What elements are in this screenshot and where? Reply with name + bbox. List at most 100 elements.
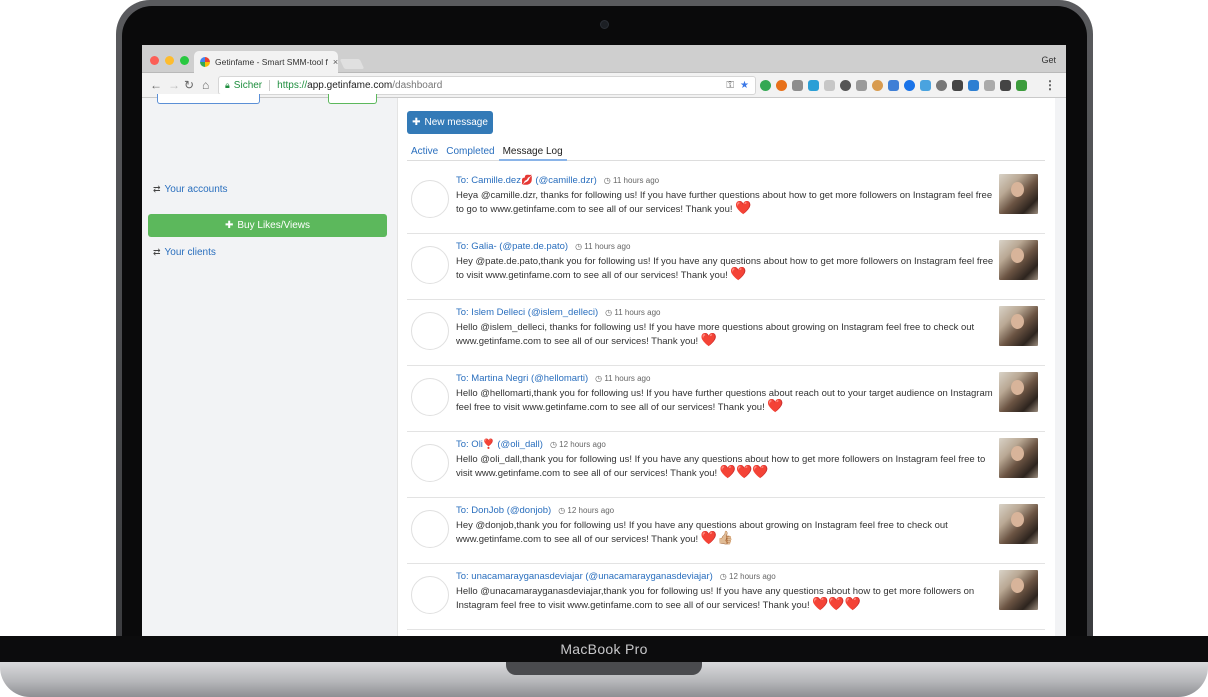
close-window-button[interactable] [150,56,159,65]
heart-emoji: ❤️ [767,398,784,413]
recipient-link[interactable]: To: Galia- (@pate.de.pato) [456,241,568,252]
exchange-icon: ⇄ [153,247,161,257]
message-header: To: unacamarayganasdeviajar (@unacamaray… [456,571,776,582]
your-accounts-label: Your accounts [164,184,228,195]
bookmark-star-icon[interactable]: ★ [740,80,749,91]
message-header: To: Camille.dez💋 (@camille.dzr) ◷ 11 hour… [456,175,659,186]
recipient-link[interactable]: To: Martina Negri (@hellomarti) [456,373,588,384]
message-text: Hello @hellomarti,thank you for followin… [456,388,993,413]
tab-message-log[interactable]: Message Log [498,144,567,161]
message-header: To: Martina Negri (@hellomarti) ◷ 11 hour… [456,373,650,384]
extension-icon[interactable] [952,80,963,91]
plus-icon: ✚ [412,117,421,128]
message-text: Hello @oli_dall,thank you for following … [456,454,986,479]
url-bar[interactable]: 🔒︎ Sicher https://app.getinfame.com/dash… [218,76,756,95]
message-header: To: Galia- (@pate.de.pato) ◷ 11 hours ago [456,241,630,252]
minimize-window-button[interactable] [165,56,174,65]
recipient-link[interactable]: To: Oli❣️ (@oli_dall) [456,439,543,450]
heart-emoji: ❤️❤️❤️ [719,464,769,479]
url-host: app.getinfame.com [307,80,393,91]
page: ⇄ Your accounts ✚ Buy Likes/Views ⇄ Your… [142,94,1066,636]
sender-profile-photo [999,240,1038,280]
extension-icon[interactable] [920,80,931,91]
new-tab-button[interactable] [339,59,365,69]
new-message-button[interactable]: ✚ New message [407,111,493,134]
key-icon[interactable]: ⚿ [726,80,734,91]
sender-profile-photo [999,570,1038,610]
browser-toolbar: ← → ↻ ⌂ 🔒︎ Sicher https://app.getinfame.… [142,73,1066,98]
extension-icon[interactable] [936,80,947,91]
message-item: To: Galia- (@pate.de.pato) ◷ 11 hours ago… [407,234,1045,300]
back-arrow-icon[interactable]: ← [150,78,162,92]
profile-label[interactable]: Get [1041,55,1056,65]
recipient-avatar [411,180,449,218]
sidebar: ⇄ Your accounts ✚ Buy Likes/Views ⇄ Your… [142,94,397,636]
scrollbar-gutter[interactable] [1055,98,1066,636]
sender-profile-photo [999,504,1038,544]
tab-close-icon[interactable]: × [333,57,338,67]
extension-icon[interactable] [824,80,835,91]
home-icon[interactable]: ⌂ [202,78,209,92]
your-accounts-link[interactable]: ⇄ Your accounts [153,184,228,195]
maximize-window-button[interactable] [180,56,189,65]
extension-icon[interactable] [888,80,899,91]
sender-profile-photo [999,174,1038,214]
extension-icons [760,80,1027,91]
heart-thumb-emoji: ❤️👍🏼 [700,530,734,545]
message-tabs: Active Completed Message Log [407,144,1045,161]
heart-emoji: ❤️ [730,266,747,281]
extension-icon[interactable] [1016,80,1027,91]
browser-tab[interactable]: Getinfame - Smart SMM-tool f × [194,51,338,73]
recipient-avatar [411,444,449,482]
google-favicon-icon [200,57,210,67]
tab-title: Getinfame - Smart SMM-tool f [215,57,328,67]
extension-icon[interactable] [872,80,883,91]
recipient-avatar [411,312,449,350]
extension-icon[interactable] [856,80,867,91]
extension-icon[interactable] [1000,80,1011,91]
extension-icon[interactable] [904,80,915,91]
secure-label: Sicher [233,80,263,91]
new-message-label: New message [424,117,488,128]
reload-icon[interactable]: ↻ [184,78,194,92]
your-clients-link[interactable]: ⇄ Your clients [153,247,216,258]
more-menu-icon[interactable]: ⋮ [1044,78,1056,92]
recipient-link[interactable]: To: unacamarayganasdeviajar (@unacamaray… [456,571,713,582]
tab-active[interactable]: Active [407,144,442,161]
extension-icon[interactable] [760,80,771,91]
message-text: Hey @pate.de.pato,thank you for followin… [456,256,994,281]
sidebar-outline-button[interactable] [157,94,260,104]
timestamp: ◷ 12 hours ago [558,506,615,515]
window-controls [150,56,189,65]
timestamp: ◷ 12 hours ago [719,572,776,581]
extension-icon[interactable] [808,80,819,91]
extension-icon[interactable] [984,80,995,91]
browser-tabstrip: Getinfame - Smart SMM-tool f × Get [142,45,1066,73]
screen: Getinfame - Smart SMM-tool f × Get ← → ↻… [142,45,1066,636]
extension-icon[interactable] [776,80,787,91]
url-scheme: https:// [277,80,308,91]
extension-icon[interactable] [968,80,979,91]
your-clients-label: Your clients [164,247,216,258]
heart-emoji: ❤️❤️❤️ [812,596,861,611]
laptop-notch [506,662,702,675]
extension-icon[interactable] [792,80,803,91]
message-item: To: Islem Delleci (@islem_delleci) ◷ 11 h… [407,300,1045,366]
timestamp: ◷ 12 hours ago [549,440,606,449]
extension-icon[interactable] [840,80,851,91]
message-header: To: DonJob (@donjob) ◷ 12 hours ago [456,505,614,516]
lock-icon: 🔒︎ [225,80,230,90]
message-item: To: Martina Negri (@hellomarti) ◷ 11 hour… [407,366,1045,432]
recipient-link[interactable]: To: Camille.dez💋 (@camille.dzr) [456,175,597,186]
main-content: ✚ New message Active Completed Message L… [397,98,1055,636]
recipient-link[interactable]: To: DonJob (@donjob) [456,505,551,516]
sender-profile-photo [999,306,1038,346]
message-header: To: Oli❣️ (@oli_dall) ◷ 12 hours ago [456,439,606,450]
buy-likes-views-button[interactable]: ✚ Buy Likes/Views [148,214,387,237]
sidebar-green-outline-button[interactable] [328,94,377,104]
forward-arrow-icon[interactable]: → [168,78,180,92]
message-text: Hello @islem_delleci, thanks for followi… [456,322,975,347]
camera-icon [600,20,609,29]
tab-completed[interactable]: Completed [442,144,498,161]
recipient-link[interactable]: To: Islem Delleci (@islem_delleci) [456,307,598,318]
